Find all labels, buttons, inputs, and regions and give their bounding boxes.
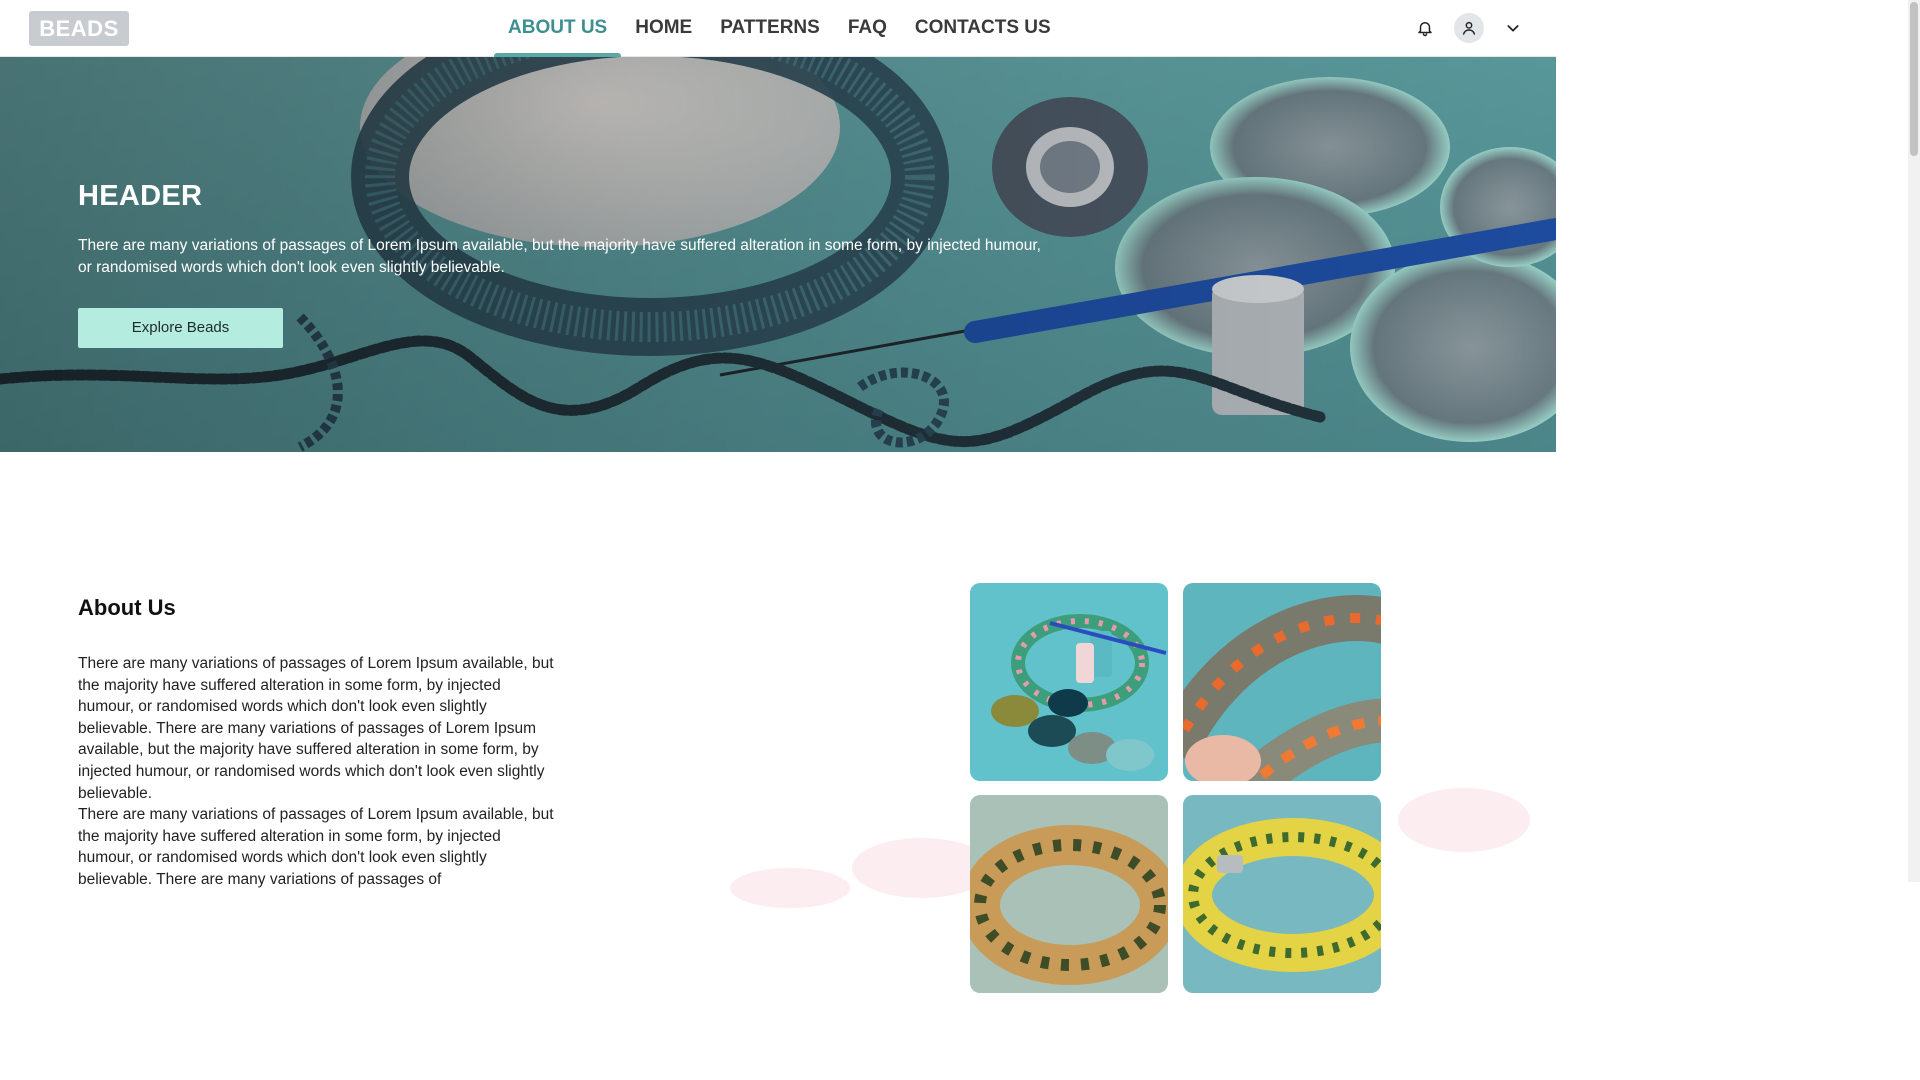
bell-icon (1418, 22, 1432, 37)
nav-item-patterns[interactable]: PATTERNS (706, 0, 834, 57)
main-nav: ABOUT US HOME PATTERNS FAQ CONTACTS US (494, 0, 1065, 57)
profile-avatar-button[interactable] (1454, 13, 1484, 43)
decorative-blob (730, 868, 850, 908)
gallery-image-bead-supplies[interactable] (970, 583, 1168, 781)
nav-item-faq[interactable]: FAQ (834, 0, 901, 57)
explore-beads-button[interactable]: Explore Beads (78, 308, 283, 348)
nav-item-contacts-us[interactable]: CONTACTS US (901, 0, 1065, 57)
scrollbar-thumb[interactable] (1910, 2, 1918, 156)
bead-gallery (970, 583, 1382, 993)
nav-item-about-us[interactable]: ABOUT US (494, 0, 622, 57)
notifications-button[interactable] (1410, 13, 1440, 43)
hero-banner: HEADER There are many variations of pass… (0, 57, 1556, 452)
brand-logo[interactable]: BEADS (29, 11, 129, 46)
page-scrollbar[interactable] (1908, 0, 1920, 882)
gallery-image-yellow-bracelet[interactable] (1183, 795, 1381, 993)
nav-item-home[interactable]: HOME (621, 0, 706, 57)
about-section: About Us There are many variations of pa… (78, 595, 558, 891)
hero-content: HEADER There are many variations of pass… (78, 180, 1058, 348)
top-navigation-bar: BEADS ABOUT US HOME PATTERNS FAQ CONTACT… (0, 0, 1556, 57)
gallery-image-pattern-bracelet[interactable] (970, 795, 1168, 993)
header-actions (1410, 12, 1528, 44)
gallery-image-flower-bracelet[interactable] (1183, 583, 1381, 781)
profile-menu-toggle[interactable] (1498, 13, 1528, 43)
chevron-down-icon (1507, 25, 1519, 32)
hero-description: There are many variations of passages of… (78, 237, 1041, 276)
about-paragraph-2: There are many variations of passages of… (78, 806, 554, 888)
user-icon (1462, 21, 1476, 35)
hero-title: HEADER (78, 180, 203, 212)
about-paragraph-1: There are many variations of passages of… (78, 655, 554, 802)
decorative-blob (1398, 788, 1530, 852)
about-title: About Us (78, 595, 176, 620)
